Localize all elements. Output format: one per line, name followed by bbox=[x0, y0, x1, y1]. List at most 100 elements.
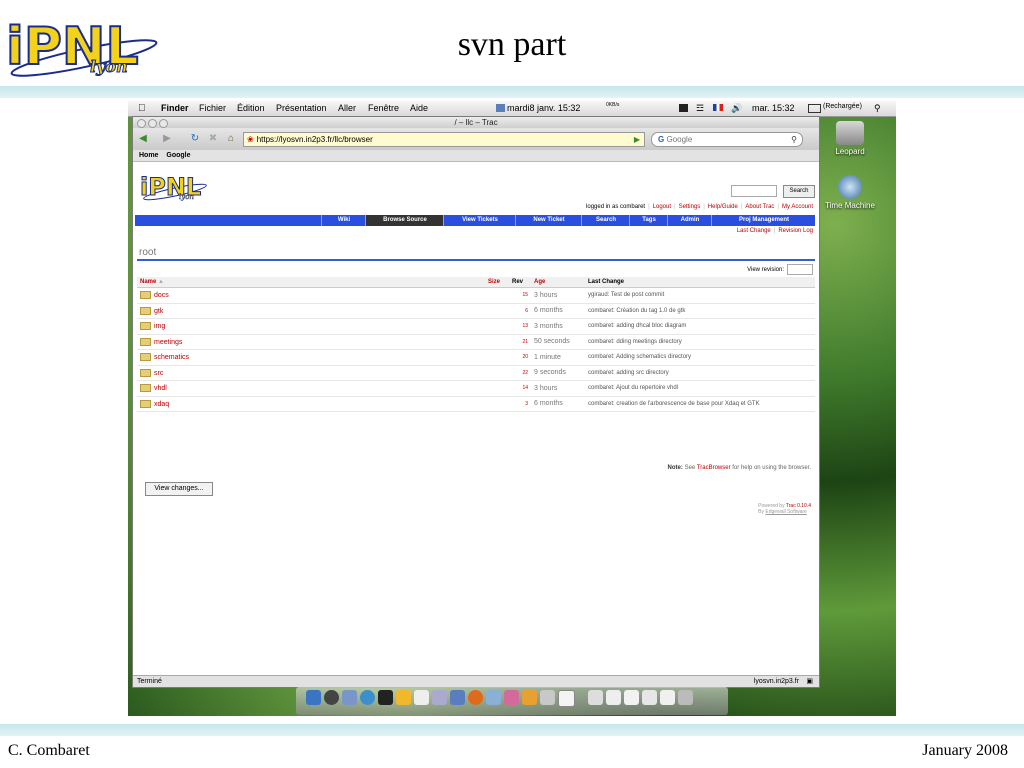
bookmark-home[interactable]: Home bbox=[139, 152, 158, 159]
revision-log-link[interactable]: Revision Log bbox=[778, 228, 813, 234]
finder-dock-icon[interactable] bbox=[306, 690, 321, 705]
app-dock-icon[interactable] bbox=[504, 690, 519, 705]
ical-dock-icon[interactable] bbox=[414, 690, 429, 705]
menubar-date[interactable]: mardi8 janv. 15:32 bbox=[507, 103, 580, 113]
app2-dock-icon[interactable] bbox=[540, 690, 555, 705]
browser-search-input[interactable]: G Google ⚲ bbox=[651, 132, 803, 147]
nav-search[interactable]: Search bbox=[581, 215, 630, 226]
spotlight-icon[interactable]: ⚲ bbox=[874, 103, 881, 114]
row-name[interactable]: xdaq bbox=[137, 396, 485, 412]
menubar-clock[interactable]: mar. 15:32 bbox=[752, 103, 795, 113]
calendar-icon[interactable] bbox=[496, 104, 505, 112]
row-age[interactable]: 3 hours bbox=[531, 380, 585, 397]
help-guide-link[interactable]: Help/Guide bbox=[708, 204, 738, 210]
last-change-link[interactable]: Last Change bbox=[737, 228, 771, 234]
nav-browse-source[interactable]: Browse Source bbox=[365, 215, 444, 226]
document2-dock-icon[interactable] bbox=[606, 690, 621, 705]
col-name[interactable]: Name ▲ bbox=[137, 277, 485, 288]
url-bar[interactable]: ❀ https://lyosvn.in2p3.fr/llc/browser ▶ bbox=[243, 132, 645, 147]
tracbrowser-link[interactable]: TracBrowser bbox=[697, 465, 731, 471]
battery-icon[interactable] bbox=[808, 104, 821, 113]
table-row[interactable]: img 13 3 months combaret: adding dhcal bloc… bbox=[137, 318, 815, 335]
table-row[interactable]: schematics 20 1 minute combaret: Adding sch… bbox=[137, 349, 815, 366]
stop-icon[interactable]: ✖ bbox=[207, 133, 219, 145]
trac-search-button[interactable]: Search bbox=[783, 185, 815, 198]
close-window-button[interactable] bbox=[137, 119, 146, 128]
table-row[interactable]: xdaq 3 6 months combaret: creation de l'arb… bbox=[137, 396, 815, 412]
row-name[interactable]: docs bbox=[137, 287, 485, 304]
row-age[interactable]: 6 months bbox=[531, 303, 585, 319]
nav-wiki[interactable]: Wiki bbox=[321, 215, 366, 226]
document-dock-icon[interactable] bbox=[588, 690, 603, 705]
terminal-dock-icon[interactable] bbox=[378, 690, 393, 705]
nav-new-ticket[interactable]: New Ticket bbox=[515, 215, 582, 226]
menu-presentation[interactable]: Présentation bbox=[276, 103, 327, 113]
firefox-dock-icon[interactable] bbox=[468, 690, 483, 705]
trash-dock-icon[interactable] bbox=[678, 690, 693, 705]
menu-edition[interactable]: Édition bbox=[237, 103, 265, 113]
row-rev[interactable]: 14 bbox=[509, 380, 531, 397]
row-name[interactable]: img bbox=[137, 318, 485, 335]
spaces-dock-icon[interactable] bbox=[342, 690, 357, 705]
view-changes-button[interactable]: View changes... bbox=[145, 482, 213, 496]
table-row[interactable]: docs 15 3 hours ygiraud: Test de post commi… bbox=[137, 287, 815, 304]
row-rev[interactable]: 20 bbox=[509, 349, 531, 366]
col-last-change[interactable]: Last Change bbox=[585, 277, 815, 288]
nav-view-tickets[interactable]: View Tickets bbox=[443, 215, 516, 226]
row-age[interactable]: 9 seconds bbox=[531, 365, 585, 381]
col-size[interactable]: Size bbox=[485, 277, 509, 288]
back-icon[interactable]: ◀ bbox=[137, 133, 149, 145]
bookmark-google[interactable]: Google bbox=[166, 152, 190, 159]
col-age[interactable]: Age bbox=[531, 277, 585, 288]
row-age[interactable]: 3 months bbox=[531, 318, 585, 335]
view-revision-input[interactable] bbox=[787, 264, 813, 275]
about-trac-link[interactable]: About Trac bbox=[745, 204, 774, 210]
row-age[interactable]: 6 months bbox=[531, 396, 585, 412]
my-account-link[interactable]: My Account bbox=[782, 204, 813, 210]
reload-icon[interactable]: ↻ bbox=[189, 133, 201, 145]
network-dock-icon[interactable] bbox=[486, 690, 501, 705]
apple-icon[interactable]:  bbox=[138, 103, 146, 114]
nav-admin[interactable]: Admin bbox=[667, 215, 712, 226]
address-book-dock-icon[interactable] bbox=[432, 690, 447, 705]
row-rev[interactable]: 21 bbox=[509, 334, 531, 350]
row-rev[interactable]: 22 bbox=[509, 365, 531, 381]
adium-dock-icon[interactable] bbox=[396, 690, 411, 705]
go-icon[interactable]: ▶ bbox=[634, 133, 640, 146]
menu-aide[interactable]: Aide bbox=[410, 103, 428, 113]
row-name[interactable]: src bbox=[137, 365, 485, 381]
flag-fr-icon[interactable] bbox=[713, 104, 723, 111]
display-icon[interactable] bbox=[679, 104, 688, 112]
safari-dock-icon[interactable] bbox=[360, 690, 375, 705]
menu-fenetre[interactable]: Fenêtre bbox=[368, 103, 399, 113]
edgewall-link[interactable]: Edgewall Software bbox=[765, 509, 806, 515]
x11-dock-icon[interactable] bbox=[558, 690, 575, 707]
table-row[interactable]: vhdl 14 3 hours combaret: Ajout du repertoi… bbox=[137, 380, 815, 397]
search-icon[interactable]: ⚲ bbox=[791, 133, 797, 146]
document4-dock-icon[interactable] bbox=[642, 690, 657, 705]
menu-aller[interactable]: Aller bbox=[338, 103, 356, 113]
preview-dock-icon[interactable] bbox=[450, 690, 465, 705]
row-age[interactable]: 1 minute bbox=[531, 349, 585, 366]
menu-finder[interactable]: Finder bbox=[161, 103, 189, 113]
table-row[interactable]: gtk 6 6 months combaret: Création du tag 1.… bbox=[137, 303, 815, 319]
row-name[interactable]: meetings bbox=[137, 334, 485, 350]
lock-icon[interactable]: ▣ bbox=[806, 676, 813, 687]
document5-dock-icon[interactable] bbox=[660, 690, 675, 705]
ipnl-logo[interactable]: iPNL lyon bbox=[139, 168, 209, 204]
row-age[interactable]: 50 seconds bbox=[531, 334, 585, 350]
row-rev[interactable]: 3 bbox=[509, 396, 531, 412]
powerpoint-dock-icon[interactable] bbox=[522, 690, 537, 705]
path-root[interactable]: root bbox=[139, 247, 156, 258]
nav-proj-management[interactable]: Proj Management bbox=[711, 215, 816, 226]
volume-icon[interactable]: 🔊 bbox=[731, 103, 742, 114]
search-engine-icon[interactable]: G bbox=[658, 135, 664, 144]
settings-link[interactable]: Settings bbox=[679, 204, 701, 210]
table-row[interactable]: src 22 9 seconds combaret: adding src direc… bbox=[137, 365, 815, 381]
row-rev[interactable]: 13 bbox=[509, 318, 531, 335]
logout-link[interactable]: Logout bbox=[653, 204, 671, 210]
menu-fichier[interactable]: Fichier bbox=[199, 103, 226, 113]
row-name[interactable]: schematics bbox=[137, 349, 485, 366]
home-icon[interactable]: ⌂ bbox=[225, 133, 237, 145]
row-rev[interactable]: 15 bbox=[509, 287, 531, 304]
